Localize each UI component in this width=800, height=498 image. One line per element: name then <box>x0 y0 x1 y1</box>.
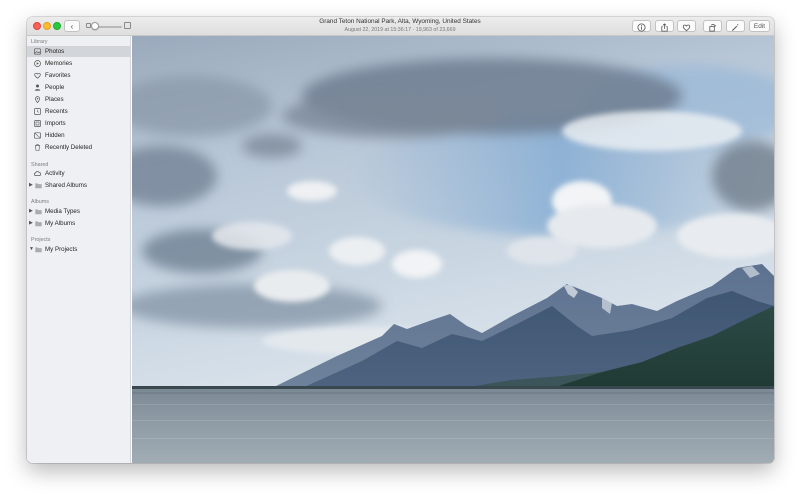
pin-icon <box>34 96 41 103</box>
sidebar-item-label: Places <box>45 96 64 103</box>
sidebar-item-label: Shared Albums <box>45 182 87 189</box>
sidebar-item-recents[interactable]: Recents <box>27 106 131 117</box>
enhance-wand-icon <box>731 23 739 31</box>
photo-location-title: Grand Teton National Park, Alta, Wyoming… <box>319 18 481 25</box>
photo-date-subtitle: August 22, 2019 at 15:36:17 · 19,963 of … <box>344 26 456 33</box>
disclosure-triangle-icon[interactable]: ▶ <box>29 206 33 217</box>
sidebar-item-label: Recently Deleted <box>45 144 93 151</box>
sidebar-item-shared-albums[interactable]: ▶ Shared Albums <box>27 180 131 191</box>
close-window-button[interactable] <box>33 22 41 30</box>
photo-viewer[interactable] <box>132 36 774 463</box>
sidebar-item-label: Activity <box>45 170 65 177</box>
minimize-window-button[interactable] <box>43 22 51 30</box>
info-icon <box>637 22 646 32</box>
sidebar-item-people[interactable]: People <box>27 82 131 93</box>
zoom-in-icon <box>124 22 131 29</box>
sidebar-item-my-projects[interactable]: ▼ My Projects <box>27 244 131 255</box>
folder-icon <box>35 208 42 215</box>
sidebar-header-albums: Albums <box>31 199 49 205</box>
sidebar-header-projects: Projects <box>31 237 51 243</box>
sidebar-item-memories[interactable]: Memories <box>27 58 131 69</box>
disclosure-triangle-icon[interactable]: ▼ <box>29 244 34 255</box>
disclosure-triangle-icon[interactable]: ▶ <box>29 180 33 191</box>
sidebar-item-photos[interactable]: Photos <box>27 46 131 57</box>
sidebar-item-label: Memories <box>45 60 73 67</box>
sidebar-item-imports[interactable]: Imports <box>27 118 131 129</box>
title-bar: ‹ Grand Teton National Park, Alta, Wyomi… <box>27 17 774 36</box>
folder-icon <box>35 182 42 189</box>
sidebar-item-label: Media Types <box>45 208 80 215</box>
zoom-slider-knob[interactable] <box>91 22 99 30</box>
share-button[interactable] <box>655 20 674 32</box>
trash-icon <box>34 144 41 151</box>
hidden-icon <box>34 132 41 139</box>
edit-button[interactable]: Edit <box>749 20 770 32</box>
cloud-icon <box>34 170 41 177</box>
sidebar-header-library: Library <box>31 39 48 45</box>
sidebar-item-label: Favorites <box>45 72 71 79</box>
photos-window: ‹ Grand Teton National Park, Alta, Wyomi… <box>27 17 774 463</box>
rotate-button[interactable] <box>703 20 722 32</box>
folder-icon <box>35 220 42 227</box>
sidebar-item-recently-deleted[interactable]: Recently Deleted <box>27 142 131 153</box>
sidebar-item-my-albums[interactable]: ▶ My Albums <box>27 218 131 229</box>
sidebar-item-label: My Projects <box>45 246 78 253</box>
info-button[interactable] <box>632 20 651 32</box>
person-icon <box>34 84 41 91</box>
rotate-icon <box>709 23 716 32</box>
fullscreen-window-button[interactable] <box>53 22 61 30</box>
memories-icon <box>34 60 41 67</box>
sidebar-item-label: Imports <box>45 120 66 127</box>
disclosure-triangle-icon[interactable]: ▶ <box>29 218 33 229</box>
heart-icon <box>34 72 41 79</box>
sidebar-item-label: Photos <box>45 48 65 55</box>
sidebar-item-places[interactable]: Places <box>27 94 131 105</box>
folder-icon <box>35 246 42 253</box>
photo-title: Grand Teton National Park, Alta, Wyoming… <box>257 18 543 34</box>
sidebar-item-activity[interactable]: Activity <box>27 168 131 179</box>
sidebar-item-hidden[interactable]: Hidden <box>27 130 131 141</box>
heart-icon <box>682 24 691 31</box>
sidebar-item-label: Hidden <box>45 132 65 139</box>
sidebar-item-media-types[interactable]: ▶ Media Types <box>27 206 131 217</box>
import-icon <box>34 120 41 127</box>
favorite-button[interactable] <box>677 20 696 32</box>
sidebar-item-label: People <box>45 84 65 91</box>
sidebar-item-favorites[interactable]: Favorites <box>27 70 131 81</box>
sidebar-item-label: Recents <box>45 108 68 115</box>
share-icon <box>661 22 668 32</box>
sidebar-item-label: My Albums <box>45 220 76 227</box>
sidebar: Library Photos Memories Favorites People… <box>27 36 131 463</box>
back-button[interactable]: ‹ <box>64 20 80 32</box>
landscape-photo <box>132 36 774 463</box>
chevron-left-icon: ‹ <box>70 22 74 31</box>
photos-icon <box>34 48 41 55</box>
enhance-button[interactable] <box>726 20 745 32</box>
clock-icon <box>34 108 41 115</box>
